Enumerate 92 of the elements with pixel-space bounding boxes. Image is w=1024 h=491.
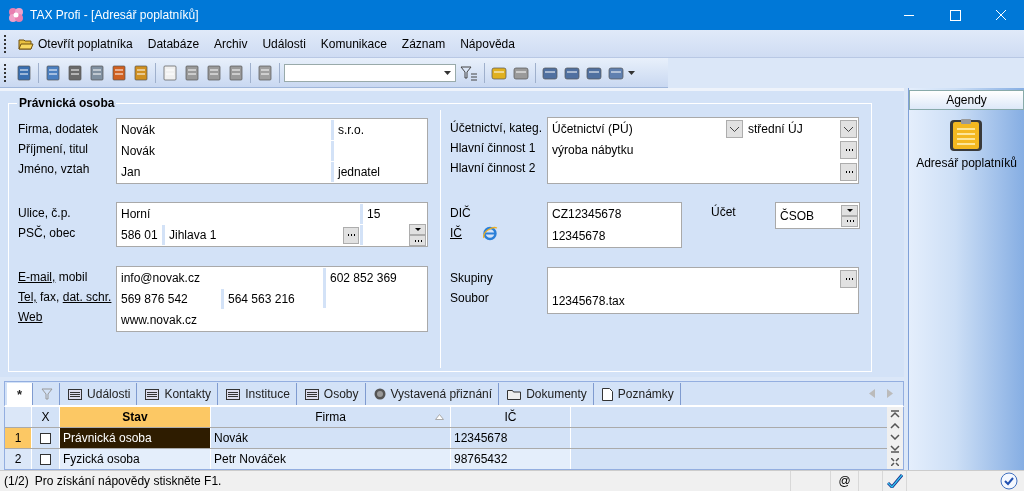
id-number-field[interactable]: 12345678 (548, 225, 681, 246)
menu-item[interactable]: Události (256, 32, 315, 55)
coin-icon (373, 388, 386, 400)
dropdown-icon[interactable] (628, 70, 635, 75)
mail-indicator: @ (838, 474, 851, 488)
field-label: Soubor (450, 290, 490, 307)
field-label: PSČ, obec (18, 224, 77, 242)
account-field[interactable]: ČSOB (775, 202, 860, 229)
phone-link[interactable]: Tel, (18, 290, 37, 304)
field-label: DIČ (450, 204, 472, 222)
dropdown-button[interactable] (409, 224, 426, 235)
next-record-icon[interactable] (890, 434, 900, 440)
field-value[interactable]: Novák (117, 141, 331, 161)
tab[interactable]: * (7, 383, 34, 405)
browse-button[interactable] (841, 215, 858, 227)
field-value[interactable]: jednatel (331, 162, 427, 182)
flower-icon (8, 7, 24, 23)
dropdown-button[interactable] (726, 120, 743, 138)
field-label: Hlavní činnost 2 (450, 160, 537, 177)
table-cell: Novák (211, 428, 451, 448)
window-title: TAX Profi - [Adresář poplatníků] (30, 8, 200, 22)
field-value[interactable]: s.r.o. (331, 120, 427, 140)
field-label: mobil (58, 270, 88, 284)
checkbox[interactable] (40, 432, 51, 444)
field-label: Příjmení, titul (18, 141, 90, 158)
chevron-down-icon (730, 126, 739, 132)
table-cell: Petr Nováček (211, 449, 451, 469)
category-field[interactable]: střední ÚJ (748, 119, 803, 139)
first-record-icon[interactable] (890, 410, 900, 419)
web-field[interactable]: www.novak.cz (117, 310, 427, 330)
web-link[interactable]: Web (18, 310, 43, 324)
status-message: Pro získání nápovědy stiskněte F1. (33, 474, 223, 488)
table-cell: Fyzická osoba (60, 449, 211, 469)
expand-icon[interactable] (891, 457, 899, 466)
sidebar-item[interactable]: Adresář poplatníků (916, 118, 1017, 170)
table-cell: Právnická osoba (60, 428, 211, 448)
document-icon (601, 387, 613, 401)
street-field[interactable]: Horní (117, 204, 360, 224)
clipboard-icon (948, 118, 985, 152)
city-field[interactable]: Jihlava 1 (169, 225, 217, 245)
menu-item[interactable]: Archiv (208, 32, 257, 55)
row-number[interactable]: 1 (5, 428, 32, 448)
field-label: Ulice, č.p. (18, 205, 72, 222)
checkbox[interactable] (40, 453, 51, 465)
last-record-icon[interactable] (890, 444, 900, 453)
table-cell: 12345678 (451, 428, 571, 448)
previous-record-icon[interactable] (890, 423, 900, 430)
field-label: Účetnictví, kateg. (450, 119, 544, 137)
email-link[interactable]: E-mail, (18, 270, 56, 284)
status-position: (1/2) (3, 474, 29, 488)
dropdown-icon (444, 70, 451, 75)
email-field[interactable]: info@novak.cz (117, 268, 323, 288)
file-field[interactable]: 12345678.tax (548, 291, 858, 311)
field-value[interactable]: Jan (117, 162, 331, 182)
column-header[interactable]: Stav (60, 407, 211, 427)
zip-field[interactable]: 586 01 (117, 225, 162, 245)
sort-icon (435, 414, 444, 420)
group-title: Právnická osoba (18, 96, 116, 110)
phone-field[interactable]: 569 876 542 (117, 289, 221, 309)
dropdown-button[interactable] (841, 204, 858, 216)
field-label: Účet (711, 203, 737, 221)
field-label: Hlavní činnost 1 (450, 140, 537, 157)
browser-icon[interactable] (482, 225, 498, 241)
menu-item[interactable]: Databáze (141, 32, 209, 55)
dropdown-button[interactable] (840, 120, 857, 138)
filter-icon[interactable] (460, 64, 478, 81)
field-label: Jméno, vztah (18, 161, 91, 178)
fax-field[interactable]: 564 563 216 (221, 289, 323, 309)
field-label: fax, (40, 290, 60, 304)
checkmark-icon (886, 474, 903, 488)
field-label: Skupiny (450, 270, 494, 287)
field-value[interactable]: Novák (117, 120, 331, 140)
menu-item[interactable]: Otevřít poplatníka (12, 32, 142, 55)
mobile-field[interactable]: 602 852 369 (323, 268, 427, 308)
id-number-link[interactable]: IČ (450, 223, 462, 243)
open-folder-icon (18, 36, 34, 51)
menu-item[interactable]: Komunikace (314, 32, 396, 55)
activity-field[interactable]: výroba nábytku (552, 140, 634, 161)
menu-item[interactable]: Nápověda (454, 32, 524, 55)
table-cell: 98765432 (451, 449, 571, 469)
chevron-down-icon (844, 126, 853, 132)
row-number[interactable]: 2 (5, 449, 32, 469)
search-combo[interactable] (284, 63, 456, 82)
menu-item[interactable]: Záznam (395, 32, 455, 55)
sidebar-header: Agendy (909, 90, 1024, 110)
filter-icon (41, 388, 54, 400)
accounting-type-field[interactable]: Účetnictví (PÚ) (552, 119, 633, 139)
browse-button[interactable] (409, 235, 426, 246)
check-circle-icon (1000, 472, 1018, 490)
data-box-link[interactable]: dat. schr. (62, 290, 112, 304)
field-label: Firma, dodatek (18, 121, 100, 138)
vat-id-field[interactable]: CZ12345678 (548, 204, 681, 224)
